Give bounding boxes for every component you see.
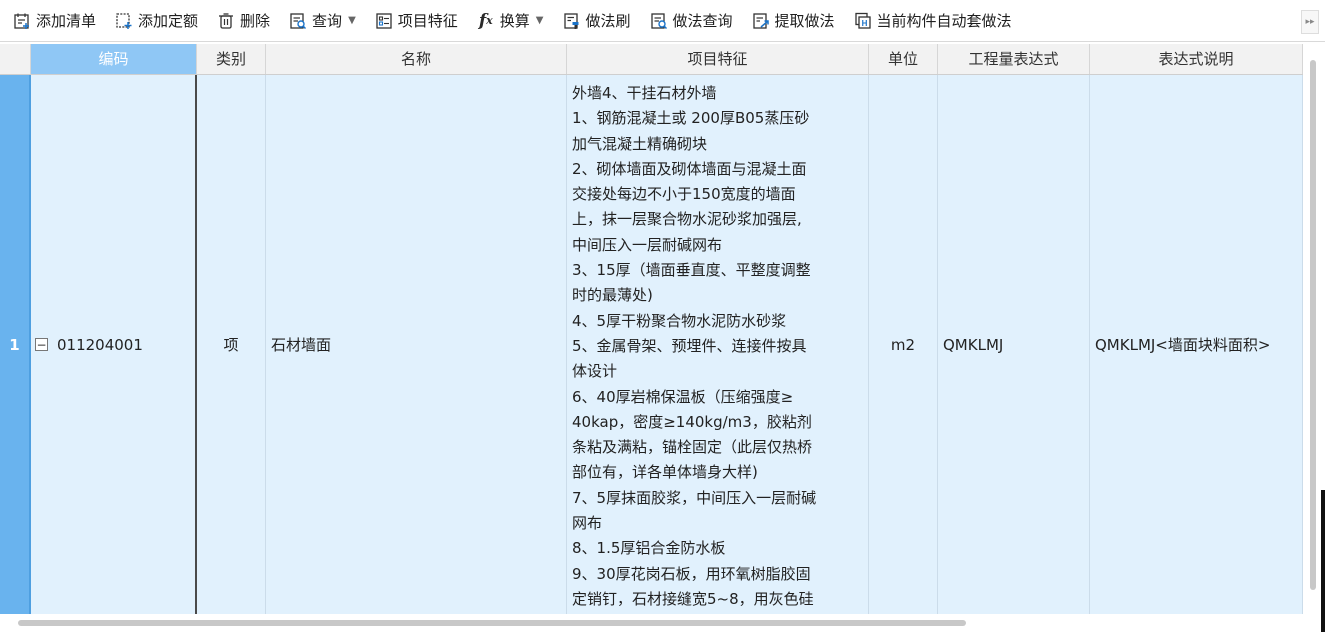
delete-button[interactable]: 删除: [210, 6, 276, 36]
header-quantity-expression[interactable]: 工程量表达式: [938, 44, 1090, 74]
header-name[interactable]: 名称: [266, 44, 567, 74]
item-feature-line: 6、40厚岩棉保温板（压缩强度≥: [572, 387, 794, 406]
function-fx-icon: fx: [478, 10, 493, 31]
header-expression-description[interactable]: 表达式说明: [1090, 44, 1303, 74]
item-feature-line: 加气混凝土精确砌块: [572, 134, 708, 153]
item-feature-line: 上，抹一层聚合物水泥砂浆加强层,: [572, 210, 802, 229]
header-category[interactable]: 类别: [197, 44, 266, 74]
item-feature-line: 7、5厚抹面胶浆，中间压入一层耐碱: [572, 488, 817, 507]
horizontal-scrollbar[interactable]: [0, 614, 1325, 632]
header-row-number: [0, 44, 31, 74]
item-feature-line: 网布: [572, 514, 603, 533]
extract-icon: [751, 11, 771, 31]
svg-text:H: H: [861, 19, 867, 28]
item-feature-line: 时的最薄处): [572, 286, 653, 305]
collapse-minus-icon[interactable]: −: [35, 338, 48, 351]
header-code[interactable]: 编码: [31, 44, 197, 74]
toolbar-overflow-chevron-icon[interactable]: ▸▸: [1301, 10, 1319, 34]
table-row[interactable]: 1 − 011204001 项 石材墙面 外墙4、干挂石材外墙 1、钢筋混凝土或 …: [0, 75, 1303, 614]
expression-cell[interactable]: QMKLMJ: [938, 75, 1090, 614]
delete-label: 删除: [240, 12, 271, 30]
item-feature-line: 部位有，详各单体墙身大样): [572, 463, 758, 482]
item-feature-line: 中间压入一层耐碱网布: [572, 235, 723, 254]
brush-icon: [562, 11, 582, 31]
query-label: 查询: [312, 12, 343, 30]
convert-label: 换算: [499, 12, 530, 30]
method-query-label: 做法查询: [672, 12, 733, 30]
window-edge: [1321, 490, 1325, 632]
item-feature-line: 外墙4、干挂石材外墙: [572, 84, 717, 102]
item-feature-line: 条粘及满粘，锚栓固定（此层仅热桥: [572, 438, 813, 457]
auto-apply-label: 当前构件自动套做法: [876, 12, 1012, 30]
item-feature-cell[interactable]: 外墙4、干挂石材外墙 1、钢筋混凝土或 200厚B05蒸压砂 加气混凝土精确砌块 2、…: [567, 75, 869, 614]
item-feature-line: 体设计: [572, 362, 618, 381]
category-cell[interactable]: 项: [197, 75, 266, 614]
query-icon: [288, 11, 308, 31]
item-feature-icon: [374, 11, 394, 31]
method-brush-button[interactable]: 做法刷: [556, 6, 637, 36]
item-feature-button[interactable]: 项目特征: [368, 6, 464, 36]
auto-apply-button[interactable]: H 当前构件自动套做法: [847, 6, 1018, 36]
item-feature-text: 外墙4、干挂石材外墙 1、钢筋混凝土或 200厚B05蒸压砂 加气混凝土精确砌块 2、…: [572, 81, 816, 612]
item-feature-label: 项目特征: [397, 12, 458, 30]
horizontal-scrollbar-thumb[interactable]: [18, 620, 966, 626]
code-value: 011204001: [57, 335, 143, 354]
query-dropdown-arrow-icon[interactable]: ▼: [348, 15, 356, 26]
expression-description-cell[interactable]: QMKLMJ<墙面块料面积>: [1090, 75, 1303, 614]
trash-icon: [216, 11, 236, 31]
name-cell[interactable]: 石材墙面: [266, 75, 567, 614]
unit-cell[interactable]: m2: [869, 75, 938, 614]
toolbar: 添加清单 添加定额 删除 查询 ▼ 项目特征 fx 换算 ▼ 做法刷 做法查询 …: [0, 0, 1325, 42]
list-grid: 编码 类别 名称 项目特征 单位 工程量表达式 表达式说明 1 − 011204…: [0, 44, 1303, 614]
item-feature-line: 8、1.5厚铝合金防水板: [572, 539, 726, 558]
extract-method-label: 提取做法: [774, 12, 835, 30]
row-number[interactable]: 1: [0, 75, 31, 614]
add-list-label: 添加清单: [36, 12, 97, 30]
add-list-icon: [12, 11, 32, 31]
header-unit[interactable]: 单位: [869, 44, 938, 74]
add-quota-button[interactable]: 添加定额: [108, 6, 204, 36]
method-query-icon: [649, 11, 669, 31]
item-feature-line: 5、金属骨架、预埋件、连接件按具: [572, 336, 807, 355]
extract-method-button[interactable]: 提取做法: [745, 6, 841, 36]
convert-dropdown-arrow-icon[interactable]: ▼: [536, 15, 544, 26]
item-feature-line: 2、砌体墙面及砌体墙面与混凝土面: [572, 159, 807, 178]
item-feature-line: 3、15厚（墙面垂直度、平整度调整: [572, 261, 811, 280]
add-quota-icon: [114, 11, 134, 31]
auto-apply-icon: H: [853, 11, 873, 31]
item-feature-line: 1、钢筋混凝土或 200厚B05蒸压砂: [572, 109, 810, 128]
grid-header: 编码 类别 名称 项目特征 单位 工程量表达式 表达式说明: [0, 44, 1303, 75]
code-cell[interactable]: − 011204001: [31, 75, 197, 614]
item-feature-line: 交接处每边不小于150宽度的墙面: [572, 185, 796, 204]
convert-button[interactable]: fx 换算 ▼: [470, 6, 550, 36]
query-button[interactable]: 查询 ▼: [282, 6, 362, 36]
item-feature-line: 9、30厚花岗石板，用环氧树脂胶固: [572, 564, 811, 583]
add-quota-label: 添加定额: [138, 12, 199, 30]
header-item-feature[interactable]: 项目特征: [567, 44, 869, 74]
vertical-scrollbar-thumb[interactable]: [1310, 60, 1316, 590]
method-query-button[interactable]: 做法查询: [643, 6, 739, 36]
item-feature-line: 4、5厚干粉聚合物水泥防水砂浆: [572, 311, 787, 330]
method-brush-label: 做法刷: [585, 12, 631, 30]
item-feature-line: 定销钉，石材接缝宽5~8，用灰色硅: [572, 589, 814, 608]
item-feature-line: 40kap，密度≥140kg/m3，胶粘剂: [572, 412, 812, 431]
add-list-button[interactable]: 添加清单: [6, 6, 102, 36]
